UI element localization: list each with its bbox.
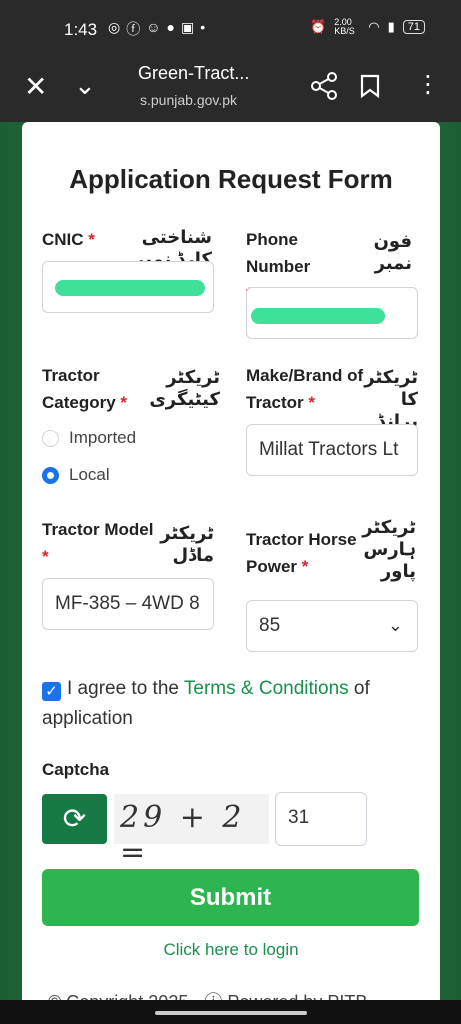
battery-icon: 71 — [402, 20, 425, 34]
wifi-icon: ◠ — [368, 19, 380, 34]
share-icon[interactable] — [310, 72, 338, 100]
masked-value — [251, 308, 385, 324]
login-link[interactable]: Click here to login — [22, 940, 440, 960]
phone-input[interactable] — [246, 287, 418, 339]
cnic-label: CNIC * — [42, 230, 95, 249]
radio-local[interactable]: Local — [42, 465, 110, 485]
make-urdu-label: ٹریکٹر کا برانڈ — [364, 367, 418, 431]
chevron-down-icon[interactable]: ⌄ — [74, 70, 96, 101]
masked-value — [55, 280, 205, 296]
dot-icon: • — [200, 19, 206, 35]
hp-label: Tractor Horse Power * — [246, 530, 357, 576]
submit-button[interactable]: Submit — [42, 869, 419, 926]
chat-icon: ● — [166, 19, 175, 35]
page-title: Application Request Form — [69, 164, 393, 194]
radio-imported[interactable]: Imported — [42, 428, 136, 448]
alarm-icon: ⏰ — [310, 19, 327, 34]
status-time: 1:43 — [64, 20, 98, 39]
cnic-input[interactable] — [42, 261, 214, 313]
refresh-captcha-button[interactable]: ⟳ — [42, 794, 107, 844]
terms-checkbox[interactable]: ✓ — [42, 682, 61, 701]
category-label: Tractor Category * — [42, 366, 128, 412]
required-mark: * — [42, 547, 49, 566]
required-mark: * — [120, 393, 128, 412]
notification-icons: ◎ ⓕ ☺ ● ▣ • — [108, 19, 205, 39]
facebook-icon: ⓕ — [126, 21, 141, 37]
net-speed: 2.00 KB/S — [334, 17, 355, 36]
category-urdu-label: ٹریکٹر کیٹیگری — [149, 367, 220, 409]
status-bar: 1:43 ◎ ⓕ ☺ ● ▣ • ⏰ 2.00 KB/S ◠ ▮ 71 — [0, 0, 461, 56]
model-label: Tractor Model * — [42, 520, 154, 566]
hp-urdu-label: ٹریکٹر ہارس پاور — [362, 517, 416, 581]
required-mark: * — [88, 230, 95, 249]
system-icons: ⏰ 2.00 KB/S ◠ ▮ 71 — [310, 18, 425, 36]
snapchat-icon: ☺ — [146, 19, 161, 35]
captcha-label: Captcha — [42, 760, 110, 779]
make-label: Make/Brand of Tractor * — [246, 366, 364, 412]
model-input[interactable]: MF-385 – 4WD 8 — [42, 578, 214, 630]
close-icon[interactable]: ✕ — [24, 70, 47, 103]
tab-title[interactable]: Green-Tract... — [138, 63, 249, 84]
terms-link[interactable]: Terms & Conditions — [184, 678, 349, 699]
system-nav-bar — [0, 1000, 461, 1024]
whatsapp-icon: ◎ — [108, 19, 121, 35]
hp-select[interactable]: 85 ⌄ — [246, 600, 418, 652]
required-mark: * — [308, 393, 315, 412]
browser-toolbar: ✕ ⌄ Green-Tract... s.punjab.gov.pk ⋮ — [0, 56, 461, 122]
home-gesture-bar[interactable] — [155, 1011, 307, 1015]
captcha-input[interactable]: 31 — [275, 792, 367, 846]
model-urdu-label: ٹریکٹر ماڈل — [160, 523, 214, 565]
chevron-down-icon: ⌄ — [387, 615, 403, 635]
signal-icon: ▮ — [387, 19, 395, 34]
more-options-icon[interactable]: ⋮ — [416, 70, 440, 99]
make-input[interactable]: Millat Tractors Lt — [246, 424, 418, 476]
radio-button[interactable] — [42, 466, 59, 484]
refresh-icon: ⟳ — [62, 803, 87, 834]
required-mark: * — [301, 557, 309, 576]
form-card: Application Request Form CNIC * شناختی ک… — [22, 122, 440, 1024]
app-icon: ▣ — [180, 19, 195, 35]
radio-button[interactable] — [42, 429, 59, 447]
phone-urdu-label: فون نمبر — [373, 231, 412, 273]
terms-agreement: ✓ I agree to the Terms & Conditions of ap… — [42, 678, 370, 729]
url-text[interactable]: s.punjab.gov.pk — [140, 92, 237, 108]
bookmark-icon[interactable] — [360, 74, 380, 98]
captcha-image: 29 + 2 = — [114, 794, 269, 870]
